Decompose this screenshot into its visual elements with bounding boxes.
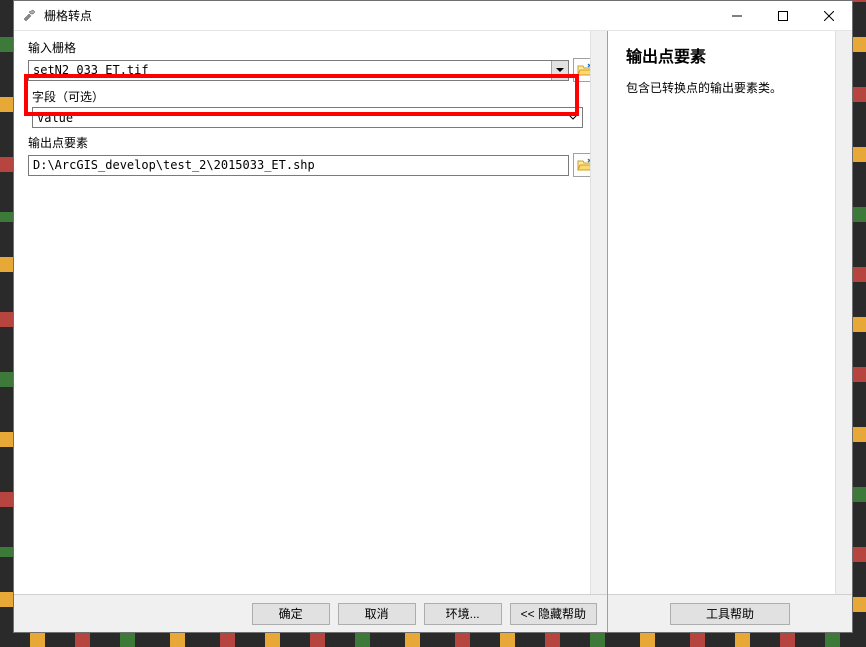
output-point-label: 输出点要素 — [28, 134, 597, 151]
bg-strip-right — [852, 0, 866, 647]
field-select-value: Value — [37, 111, 73, 125]
tool-help-button[interactable]: 工具帮助 — [670, 603, 790, 625]
main-panel: 输入栅格 setN2_033_ET.tif — [14, 31, 608, 632]
help-title: 输出点要素 — [626, 43, 834, 67]
help-panel: 输出点要素 包含已转换点的输出要素类。 工具帮助 — [608, 31, 852, 632]
main-scrollbar[interactable] — [590, 31, 607, 594]
environments-button[interactable]: 环境... — [424, 603, 502, 625]
output-point-input[interactable]: D:\ArcGIS_develop\test_2\2015033_ET.shp — [28, 155, 569, 176]
cancel-button[interactable]: 取消 — [338, 603, 416, 625]
help-button-bar: 工具帮助 — [608, 594, 852, 632]
field-select-dropdown[interactable] — [564, 109, 581, 126]
window-title: 栅格转点 — [44, 7, 714, 24]
bg-strip-bottom — [0, 632, 866, 647]
titlebar: 栅格转点 — [14, 1, 852, 31]
input-raster-label: 输入栅格 — [28, 39, 597, 56]
field-select[interactable]: Value — [32, 107, 583, 128]
hide-help-button[interactable]: << 隐藏帮助 — [510, 603, 597, 625]
ok-button[interactable]: 确定 — [252, 603, 330, 625]
help-scrollbar[interactable] — [835, 31, 852, 594]
dialog-window: 栅格转点 输入栅格 setN2_033_ET.tif — [13, 0, 853, 633]
field-group: 字段（可选） Value — [28, 88, 597, 128]
button-bar: 确定 取消 环境... << 隐藏帮助 — [14, 594, 607, 632]
help-content: 输出点要素 包含已转换点的输出要素类。 — [608, 31, 852, 594]
chevron-down-icon — [569, 115, 577, 120]
help-text: 包含已转换点的输出要素类。 — [626, 79, 834, 98]
output-point-row: D:\ArcGIS_develop\test_2\2015033_ET.shp — [28, 153, 597, 177]
chevron-down-icon — [556, 68, 564, 72]
maximize-button[interactable] — [760, 1, 806, 31]
output-point-group: 输出点要素 D:\ArcGIS_develop\test_2\2015033_E… — [28, 134, 597, 177]
input-raster-combo[interactable]: setN2_033_ET.tif — [28, 60, 569, 81]
hammer-icon — [22, 8, 38, 24]
close-button[interactable] — [806, 1, 852, 31]
input-raster-group: 输入栅格 setN2_033_ET.tif — [28, 39, 597, 82]
window-controls — [714, 1, 852, 30]
input-raster-value: setN2_033_ET.tif — [33, 63, 149, 77]
minimize-button[interactable] — [714, 1, 760, 31]
content-area: 输入栅格 setN2_033_ET.tif — [14, 31, 852, 632]
input-raster-row: setN2_033_ET.tif — [28, 58, 597, 82]
form-area: 输入栅格 setN2_033_ET.tif — [14, 31, 607, 594]
field-label: 字段（可选） — [32, 88, 583, 105]
bg-strip-left — [0, 0, 14, 647]
input-raster-dropdown[interactable] — [551, 61, 568, 80]
output-point-value: D:\ArcGIS_develop\test_2\2015033_ET.shp — [33, 158, 315, 172]
